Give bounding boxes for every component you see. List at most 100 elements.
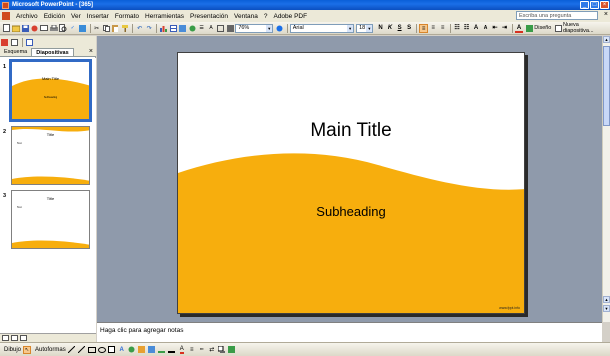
3d-style-icon[interactable] bbox=[228, 346, 236, 354]
italic-button[interactable]: K bbox=[386, 24, 395, 33]
cut-icon[interactable]: ✂ bbox=[92, 24, 101, 33]
permission-icon[interactable] bbox=[31, 24, 40, 33]
textbox-icon[interactable] bbox=[108, 346, 116, 354]
new-slide-button[interactable]: Nueva diapositiva... bbox=[555, 22, 608, 34]
design-template-icon[interactable] bbox=[0, 38, 9, 47]
slide-thumbnail-1[interactable]: Main Title Subheading bbox=[9, 59, 92, 122]
align-center-icon[interactable]: ≡ bbox=[429, 24, 438, 33]
increase-indent-icon[interactable]: ⇥ bbox=[500, 24, 509, 33]
dibujo-menu[interactable]: Dibujo bbox=[4, 347, 21, 353]
redo-icon[interactable]: ↷ bbox=[145, 24, 154, 33]
format-painter-icon[interactable] bbox=[121, 24, 130, 33]
slide-show-icon[interactable] bbox=[25, 38, 34, 47]
menu-presentacion[interactable]: Presentación bbox=[187, 13, 231, 20]
underline-button[interactable]: S bbox=[395, 24, 404, 33]
arrow-icon[interactable] bbox=[78, 346, 86, 354]
spelling-icon[interactable]: ✓ bbox=[69, 24, 78, 33]
design-button[interactable]: Diseño bbox=[526, 24, 551, 32]
font-size-select[interactable]: 18 ▼ bbox=[356, 23, 374, 33]
menu-ventana[interactable]: Ventana bbox=[231, 13, 261, 20]
show-formatting-icon[interactable]: A bbox=[207, 24, 216, 33]
select-objects-icon[interactable]: ↖ bbox=[23, 345, 32, 354]
dash-style-icon[interactable]: ┅ bbox=[198, 346, 206, 354]
bullets-icon[interactable]: ☷ bbox=[462, 24, 471, 33]
font-color-drawing-icon[interactable]: A bbox=[178, 346, 186, 354]
picture-icon[interactable] bbox=[148, 346, 156, 354]
rectangle-icon[interactable] bbox=[87, 346, 96, 354]
clipart-icon[interactable] bbox=[138, 346, 146, 354]
slideshow-button[interactable] bbox=[20, 335, 27, 341]
bold-button[interactable]: N bbox=[376, 24, 385, 33]
research-icon[interactable] bbox=[78, 24, 87, 33]
paste-icon[interactable] bbox=[111, 24, 120, 33]
help-icon[interactable] bbox=[275, 24, 284, 33]
show-grid-icon[interactable] bbox=[216, 24, 225, 33]
document-icon[interactable] bbox=[2, 12, 10, 20]
line-style-icon[interactable]: ≡ bbox=[188, 346, 196, 354]
slide-thumbnail-2[interactable]: Title Text bbox=[11, 126, 90, 185]
font-name-select[interactable]: Arial ▼ bbox=[289, 23, 355, 33]
notes-pane[interactable]: Haga clic para agregar notas bbox=[97, 322, 602, 342]
slide-subheading[interactable]: Subheading bbox=[178, 204, 524, 219]
print-icon[interactable] bbox=[49, 24, 59, 33]
menu-ver[interactable]: Ver bbox=[68, 13, 84, 20]
tab-diapositivas[interactable]: Diapositivas bbox=[31, 48, 74, 56]
zoom-select[interactable]: 76% ▼ bbox=[235, 23, 274, 33]
next-slide-icon[interactable]: ▼ bbox=[603, 305, 610, 312]
scrollbar-thumb[interactable] bbox=[603, 46, 610, 126]
wordart-icon[interactable]: A bbox=[118, 346, 126, 354]
slide-sorter-button[interactable] bbox=[11, 335, 18, 341]
close-pane-icon[interactable]: × bbox=[89, 48, 93, 56]
normal-view-button[interactable] bbox=[2, 335, 9, 341]
maximize-button[interactable]: □ bbox=[590, 1, 599, 9]
close-document-icon[interactable]: × bbox=[604, 11, 608, 19]
tab-esquema[interactable]: Esquema bbox=[0, 48, 31, 56]
shadow-button[interactable]: S bbox=[405, 24, 414, 33]
grayscale-icon[interactable] bbox=[226, 24, 235, 33]
line-color-icon[interactable] bbox=[168, 346, 176, 354]
increase-font-icon[interactable]: A bbox=[472, 24, 481, 33]
decrease-font-icon[interactable]: A bbox=[481, 24, 490, 33]
copy-icon[interactable] bbox=[102, 24, 111, 33]
previous-slide-icon[interactable]: ▲ bbox=[603, 296, 610, 303]
insert-diagram-icon[interactable] bbox=[188, 24, 197, 33]
shadow-style-icon[interactable] bbox=[218, 346, 226, 354]
font-color-icon[interactable]: A bbox=[514, 24, 524, 33]
menu-adobe-pdf[interactable]: Adobe PDF bbox=[270, 13, 310, 20]
oval-icon[interactable] bbox=[97, 346, 106, 354]
fill-color-icon[interactable] bbox=[158, 346, 166, 354]
print-preview-icon[interactable] bbox=[59, 24, 68, 33]
menu-herramientas[interactable]: Herramientas bbox=[142, 13, 187, 20]
slide-title[interactable]: Main Title bbox=[178, 120, 524, 142]
close-button[interactable]: × bbox=[600, 1, 609, 9]
arrow-style-icon[interactable]: ⇄ bbox=[208, 346, 216, 354]
menu-insertar[interactable]: Insertar bbox=[84, 13, 112, 20]
autoformas-menu[interactable]: Autoformas bbox=[35, 347, 66, 353]
insert-chart-icon[interactable] bbox=[159, 24, 168, 33]
slide-thumbnail-3[interactable]: Title Text bbox=[11, 190, 90, 249]
align-left-icon[interactable]: ≡ bbox=[419, 23, 428, 33]
vertical-scrollbar[interactable]: ▲ ▲ ▼ bbox=[602, 36, 610, 322]
new-icon[interactable] bbox=[2, 24, 11, 33]
insert-picture-icon[interactable] bbox=[178, 24, 187, 33]
current-slide[interactable]: Main Title Subheading www.fppt.info bbox=[177, 52, 525, 314]
menu-edicion[interactable]: Edición bbox=[41, 13, 68, 20]
slide-layout-icon[interactable] bbox=[10, 38, 19, 47]
menu-archivo[interactable]: Archivo bbox=[13, 13, 41, 20]
save-icon[interactable] bbox=[21, 24, 30, 33]
menu-help[interactable]: ? bbox=[261, 13, 271, 20]
diagram-icon[interactable] bbox=[128, 346, 136, 354]
expand-all-icon[interactable]: ☰ bbox=[197, 24, 206, 33]
undo-icon[interactable]: ↶ bbox=[135, 24, 144, 33]
scroll-up-icon[interactable]: ▲ bbox=[603, 36, 610, 43]
help-question-input[interactable]: Escriba una pregunta bbox=[516, 11, 598, 20]
email-icon[interactable] bbox=[40, 24, 49, 33]
numbering-icon[interactable]: ☷ bbox=[453, 24, 462, 33]
line-icon[interactable] bbox=[68, 346, 76, 354]
decrease-indent-icon[interactable]: ⇤ bbox=[491, 24, 500, 33]
minimize-button[interactable]: _ bbox=[580, 1, 589, 9]
menu-formato[interactable]: Formato bbox=[112, 13, 142, 20]
align-right-icon[interactable]: ≡ bbox=[438, 24, 447, 33]
insert-table-icon[interactable] bbox=[169, 24, 178, 33]
open-icon[interactable] bbox=[11, 24, 21, 33]
